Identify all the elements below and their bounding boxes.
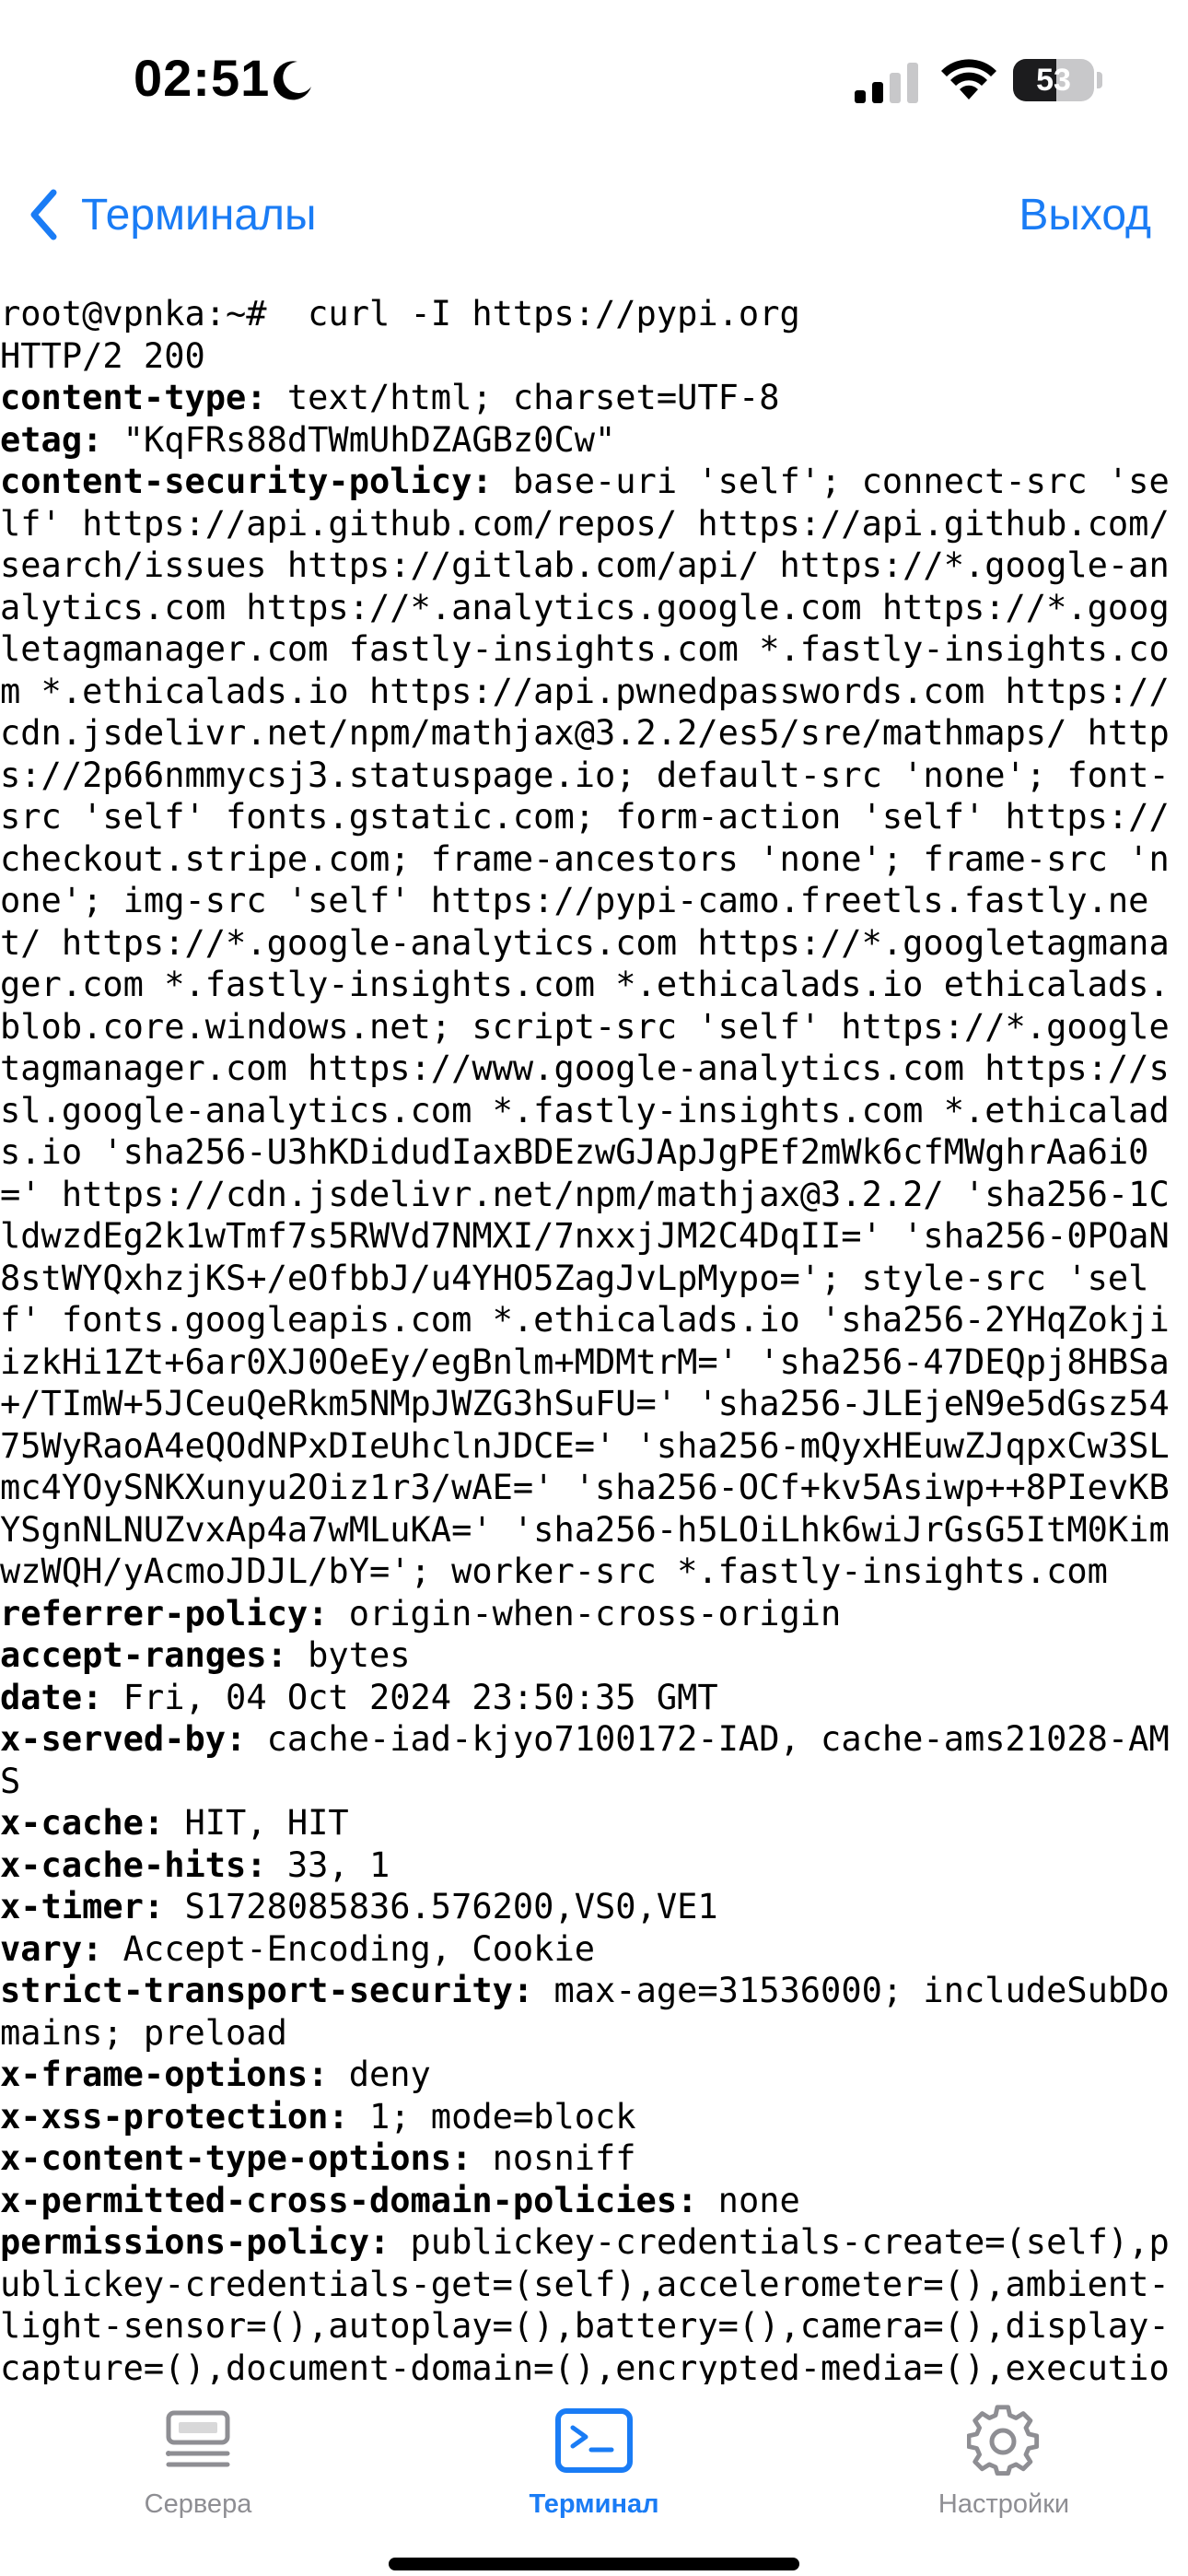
terminal-text: root@vpnka:~# curl -I https://pypi.org HT… xyxy=(0,293,1188,2384)
header-key: referrer-policy: xyxy=(0,1593,329,1633)
header-value: none xyxy=(697,2180,800,2220)
cellular-signal-icon xyxy=(855,63,918,103)
logout-button[interactable]: Выход xyxy=(1019,182,1151,247)
tab-settings-label: Настройки xyxy=(938,2489,1070,2519)
header-key: vary: xyxy=(0,1928,103,1969)
wifi-icon xyxy=(941,59,996,100)
response-header-line: x-content-type-options: nosniff xyxy=(0,2137,1188,2180)
header-value: HIT, HIT xyxy=(164,1803,349,1843)
header-value: Fri, 04 Oct 2024 23:50:35 GMT xyxy=(102,1677,718,1717)
home-indicator[interactable] xyxy=(389,2558,799,2570)
tab-servers[interactable]: Сервера xyxy=(60,2403,336,2532)
response-header-line: permissions-policy: publickey-credential… xyxy=(0,2221,1188,2384)
moon-icon xyxy=(274,61,311,100)
battery-icon: 53 xyxy=(1013,59,1094,101)
tab-servers-label: Сервера xyxy=(144,2489,252,2519)
response-header-line: x-permitted-cross-domain-policies: none xyxy=(0,2180,1188,2222)
header-key: date: xyxy=(0,1677,103,1717)
header-key: accept-ranges: xyxy=(0,1635,287,1675)
servers-icon xyxy=(166,2410,230,2467)
header-value: nosniff xyxy=(472,2138,636,2178)
response-header-line: x-served-by: cache-iad-kjyo7100172-IAD, … xyxy=(0,1718,1188,1802)
header-key: strict-transport-security: xyxy=(0,1971,534,2010)
header-key: x-frame-options: xyxy=(0,2055,329,2094)
header-key: content-type: xyxy=(0,378,267,417)
tab-terminal[interactable]: Терминал xyxy=(456,2403,732,2532)
header-key: x-xss-protection: xyxy=(0,2096,349,2137)
response-header-line: x-xss-protection: 1; mode=block xyxy=(0,2096,1188,2138)
gear-icon xyxy=(967,2405,1040,2476)
header-key: etag: xyxy=(0,419,103,460)
response-header-line: date: Fri, 04 Oct 2024 23:50:35 GMT xyxy=(0,1677,1188,1719)
response-header-line: referrer-policy: origin-when-cross-origi… xyxy=(0,1593,1188,1635)
header-value: deny xyxy=(328,2055,431,2094)
header-key: x-permitted-cross-domain-policies: xyxy=(0,2180,698,2220)
response-header-line: x-cache: HIT, HIT xyxy=(0,1802,1188,1844)
response-header-line: accept-ranges: bytes xyxy=(0,1634,1188,1677)
header-value: S1728085836.576200,VS0,VE1 xyxy=(164,1887,718,1926)
chevron-left-icon xyxy=(30,189,57,240)
header-value: 33, 1 xyxy=(266,1844,390,1885)
header-value: "KqFRs88dTWmUhDZAGBz0Cw" xyxy=(102,419,616,460)
header-value: origin-when-cross-origin xyxy=(328,1593,842,1633)
response-header-line: vary: Accept-Encoding, Cookie xyxy=(0,1928,1188,1971)
header-key: x-cache-hits: xyxy=(0,1844,267,1885)
tab-bar: Сервера Терминал Настройки xyxy=(0,2386,1188,2576)
status-line: HTTP/2 200 xyxy=(0,335,205,376)
response-header-line: x-frame-options: deny xyxy=(0,2054,1188,2096)
header-value: base-uri 'self'; connect-src 'self' http… xyxy=(0,462,1170,1591)
terminal-icon xyxy=(555,2408,633,2473)
response-header-line: x-cache-hits: 33, 1 xyxy=(0,1844,1188,1887)
response-header-line: strict-transport-security: max-age=31536… xyxy=(0,1970,1188,2054)
header-value: Accept-Encoding, Cookie xyxy=(102,1928,596,1969)
header-value: text/html; charset=UTF-8 xyxy=(266,378,780,417)
back-button[interactable]: Терминалы xyxy=(29,182,317,247)
tab-settings[interactable]: Настройки xyxy=(866,2403,1142,2532)
header-key: permissions-policy: xyxy=(0,2222,390,2262)
header-key: x-served-by: xyxy=(0,1719,247,1759)
header-key: content-security-policy: xyxy=(0,462,493,501)
status-time: 02:51 xyxy=(134,49,271,107)
battery-cap xyxy=(1097,72,1102,88)
tab-terminal-label: Терминал xyxy=(529,2489,659,2519)
status-bar: 02:51 53 xyxy=(0,0,1188,157)
response-header-line: etag: "KqFRs88dTWmUhDZAGBz0Cw" xyxy=(0,419,1188,462)
header-key: x-cache: xyxy=(0,1803,165,1843)
header-key: x-content-type-options: xyxy=(0,2138,472,2178)
command-line: root@vpnka:~# curl -I https://pypi.org xyxy=(0,294,800,334)
response-header-line: content-security-policy: base-uri 'self'… xyxy=(0,461,1188,1593)
navigation-bar: Терминалы Выход xyxy=(0,166,1188,258)
header-key: x-timer: xyxy=(0,1887,165,1926)
terminal-output[interactable]: root@vpnka:~# curl -I https://pypi.org HT… xyxy=(0,293,1188,2384)
response-header-line: content-type: text/html; charset=UTF-8 xyxy=(0,377,1188,419)
back-button-label: Терминалы xyxy=(81,190,317,240)
header-value: bytes xyxy=(286,1635,411,1675)
response-header-line: x-timer: S1728085836.576200,VS0,VE1 xyxy=(0,1886,1188,1928)
battery-level: 53 xyxy=(1036,62,1071,98)
header-value: 1; mode=block xyxy=(348,2096,636,2137)
